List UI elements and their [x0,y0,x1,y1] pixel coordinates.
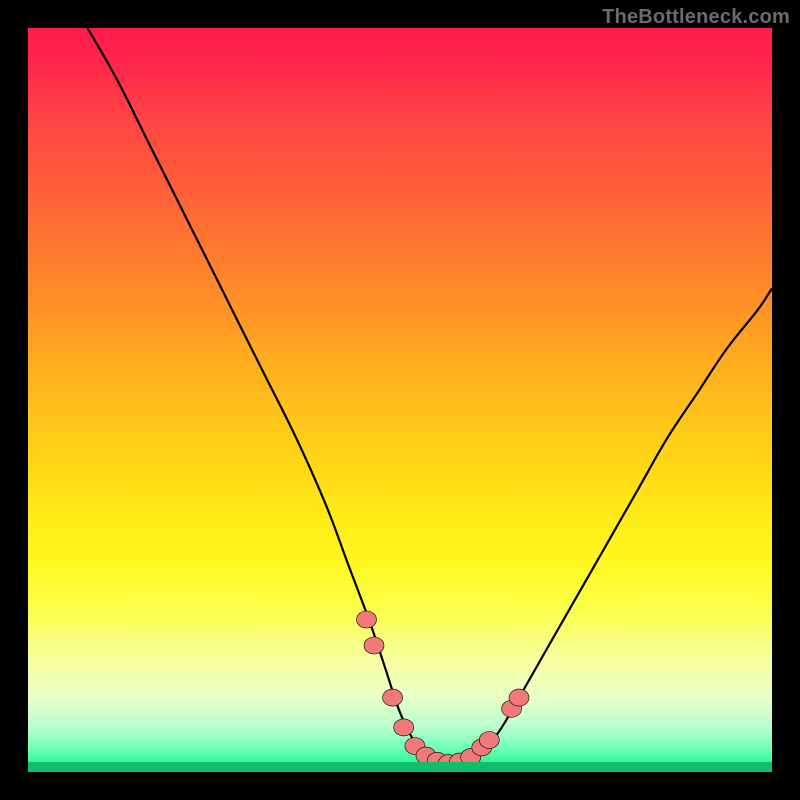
curve-layer [28,28,772,772]
optimal-band [28,762,772,772]
curve-marker [383,689,403,706]
bottleneck-curve [88,28,773,766]
watermark-text: TheBottleneck.com [602,6,790,29]
chart-frame: TheBottleneck.com [0,0,800,800]
curve-marker [479,732,499,749]
curve-marker [364,637,384,654]
curve-marker [394,719,414,736]
curve-markers [357,611,530,772]
curve-marker [357,611,377,628]
curve-marker [509,689,529,706]
plot-area [28,28,772,772]
